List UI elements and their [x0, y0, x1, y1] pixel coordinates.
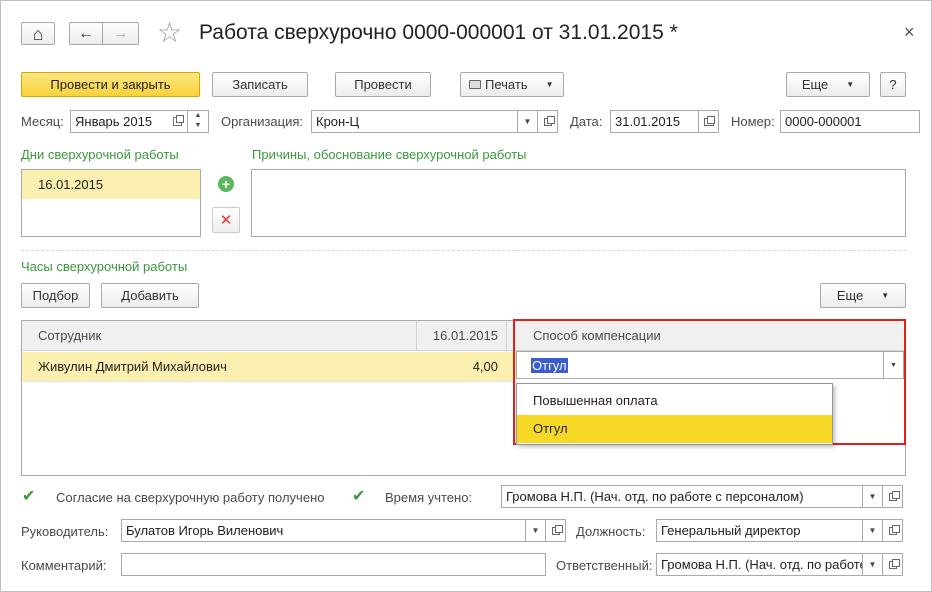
reasons-textarea[interactable]	[251, 169, 906, 237]
stepper-down-icon[interactable]: ▼	[188, 121, 208, 131]
responsible-dropdown-button[interactable]: ▼	[863, 553, 883, 576]
date-calendar-button[interactable]	[699, 110, 719, 133]
compensation-dropdown-list[interactable]: Повышенная оплата Отгул	[516, 383, 833, 445]
favorite-star-icon[interactable]: ☆	[157, 18, 182, 48]
hours-more-button[interactable]: Еще ▼	[820, 283, 906, 308]
print-label: Печать	[485, 77, 528, 92]
time-accounted-checkbox[interactable]: ✔	[352, 489, 368, 505]
save-button[interactable]: Записать	[212, 72, 308, 97]
month-field[interactable]: Январь 2015	[70, 110, 168, 133]
dropdown-option-time-off[interactable]: Отгул	[517, 415, 832, 443]
open-form-icon	[551, 524, 563, 535]
select-button[interactable]: Подбор	[21, 283, 90, 308]
add-circle-icon: +	[218, 176, 234, 192]
compensation-input[interactable]: Отгул	[516, 351, 884, 379]
forward-button[interactable]: →	[102, 22, 139, 45]
post-and-close-button[interactable]: Провести и закрыть	[21, 72, 200, 97]
stepper-up-icon[interactable]: ▲	[188, 111, 208, 121]
hours-more-label: Еще	[836, 288, 864, 303]
compensation-dropdown-button[interactable]: ▼	[884, 351, 904, 379]
head-field[interactable]: Булатов Игорь Виленович	[121, 519, 526, 542]
chevron-down-icon: ▼	[545, 80, 554, 89]
reasons-section-title: Причины, обоснование сверхурочной работы	[252, 147, 527, 162]
head-label: Руководитель:	[21, 524, 109, 539]
calendar-icon	[703, 115, 715, 126]
column-header-date[interactable]: 16.01.2015	[416, 321, 506, 351]
home-button[interactable]: ⌂	[21, 22, 55, 45]
add-row-button[interactable]: Добавить	[101, 283, 199, 308]
month-label: Месяц:	[21, 114, 64, 129]
position-dropdown-button[interactable]: ▼	[863, 519, 883, 542]
delete-icon: ✕	[219, 212, 233, 229]
document-window: ⌂ ← → ☆ Работа сверхурочно 0000-000001 о…	[0, 0, 932, 592]
dropdown-option-increased-pay[interactable]: Повышенная оплата	[517, 387, 832, 415]
organization-label: Организация:	[221, 114, 304, 129]
hours-cell[interactable]: 4,00	[416, 359, 504, 374]
time-accounted-field[interactable]: Громова Н.П. (Нач. отд. по работе с перс…	[501, 485, 863, 508]
chevron-down-icon: ▼	[868, 526, 877, 535]
organization-open-button[interactable]	[538, 110, 558, 133]
open-form-icon	[888, 558, 900, 569]
position-label: Должность:	[576, 524, 646, 539]
open-form-icon	[543, 115, 555, 126]
delete-day-button[interactable]: ✕	[212, 207, 240, 233]
more-button[interactable]: Еще ▼	[786, 72, 870, 97]
back-arrow-icon: ←	[78, 24, 94, 42]
close-icon[interactable]: ×	[904, 22, 915, 43]
time-accounted-dropdown-button[interactable]: ▼	[863, 485, 883, 508]
forward-arrow-icon: →	[112, 24, 129, 42]
days-list[interactable]: 16.01.2015	[21, 169, 201, 237]
responsible-label: Ответственный:	[556, 558, 653, 573]
hours-section-title: Часы сверхурочной работы	[21, 259, 188, 274]
chevron-down-icon: ▼	[890, 361, 897, 369]
chevron-down-icon: ▼	[868, 492, 877, 501]
time-accounted-open-button[interactable]	[883, 485, 903, 508]
table-row[interactable]: Живулин Дмитрий Михайлович 4,00	[22, 352, 516, 381]
organization-field[interactable]: Крон-Ц	[311, 110, 518, 133]
back-button[interactable]: ←	[69, 22, 103, 45]
time-accounted-label: Время учтено:	[385, 490, 473, 505]
days-section-title: Дни сверхурочной работы	[21, 147, 179, 162]
table-row-divider	[22, 381, 516, 382]
chevron-down-icon: ▼	[868, 560, 877, 569]
month-stepper[interactable]: ▲ ▼	[188, 110, 209, 133]
head-open-button[interactable]	[546, 519, 566, 542]
chevron-down-icon: ▼	[531, 526, 540, 535]
print-button[interactable]: Печать ▼	[460, 72, 564, 97]
help-button[interactable]: ?	[880, 72, 906, 97]
more-label: Еще	[801, 77, 829, 92]
days-list-item-label: 16.01.2015	[38, 177, 104, 192]
position-open-button[interactable]	[883, 519, 903, 542]
number-field[interactable]: 0000-000001	[780, 110, 920, 133]
home-icon: ⌂	[32, 23, 44, 44]
chevron-down-icon: ▼	[846, 80, 855, 89]
post-button[interactable]: Провести	[335, 72, 431, 97]
date-field[interactable]: 31.01.2015	[610, 110, 699, 133]
open-form-icon	[888, 524, 900, 535]
position-field[interactable]: Генеральный директор	[656, 519, 863, 542]
chevron-down-icon: ▼	[881, 291, 890, 300]
comment-label: Комментарий:	[21, 558, 107, 573]
responsible-open-button[interactable]	[883, 553, 903, 576]
date-label: Дата:	[570, 114, 603, 129]
window-title: Работа сверхурочно 0000-000001 от 31.01.…	[199, 21, 678, 44]
days-list-item[interactable]: 16.01.2015	[22, 170, 200, 199]
column-header-employee[interactable]: Сотрудник	[22, 321, 416, 351]
compensation-input-value: Отгул	[531, 358, 568, 373]
consent-label: Согласие на сверхурочную работу получено	[56, 490, 325, 505]
responsible-field[interactable]: Громова Н.П. (Нач. отд. по работе с перс…	[656, 553, 863, 576]
number-label: Номер:	[731, 114, 775, 129]
consent-checkbox[interactable]: ✔	[22, 489, 38, 505]
employee-cell: Живулин Дмитрий Михайлович	[38, 359, 227, 374]
calendar-button[interactable]	[167, 110, 188, 133]
printer-icon	[469, 80, 481, 89]
organization-dropdown-button[interactable]: ▼	[518, 110, 538, 133]
comment-field[interactable]	[121, 553, 546, 576]
chevron-down-icon: ▼	[523, 117, 532, 126]
head-dropdown-button[interactable]: ▼	[526, 519, 546, 542]
add-day-button[interactable]: +	[212, 171, 240, 197]
section-divider	[21, 250, 906, 251]
open-form-icon	[888, 490, 900, 501]
calendar-icon	[172, 115, 184, 126]
